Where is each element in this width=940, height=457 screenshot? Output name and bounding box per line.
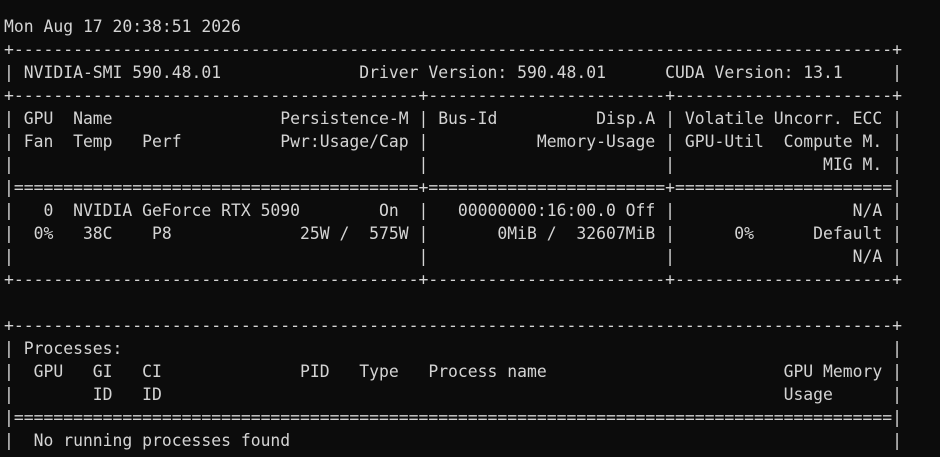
terminal-line: +---------------------------------------… (4, 86, 902, 105)
terminal-line: +---------------------------------------… (4, 316, 902, 335)
terminal-line: |=======================================… (4, 408, 902, 427)
terminal-line: | No running processes found | (4, 431, 902, 450)
terminal-window[interactable]: Mon Aug 17 20:38:51 2026 +---------------… (0, 0, 940, 457)
terminal-line: | GPU Name Persistence-M | Bus-Id Disp.A… (4, 109, 902, 128)
terminal-line: | ID ID Usage | (4, 385, 902, 404)
terminal-line: | 0 NVIDIA GeForce RTX 5090 On | 0000000… (4, 201, 902, 220)
terminal-line: | | | N/A | (4, 247, 902, 266)
terminal-line: | 0% 38C P8 25W / 575W | 0MiB / 32607MiB… (4, 224, 902, 243)
terminal-line: | Processes: | (4, 339, 902, 358)
terminal-line: | GPU GI CI PID Type Process name GPU Me… (4, 362, 902, 381)
terminal-line: | NVIDIA-SMI 590.48.01 Driver Version: 5… (4, 63, 902, 82)
terminal-line: +---------------------------------------… (4, 452, 902, 457)
terminal-output: Mon Aug 17 20:38:51 2026 +---------------… (4, 0, 902, 457)
terminal-line: +---------------------------------------… (4, 40, 902, 59)
terminal-line: | | | MIG M. | (4, 155, 902, 174)
terminal-line: Mon Aug 17 20:38:51 2026 (4, 17, 241, 36)
terminal-line: |=======================================… (4, 178, 902, 197)
terminal-line: +---------------------------------------… (4, 270, 902, 289)
terminal-line: | Fan Temp Perf Pwr:Usage/Cap | Memory-U… (4, 132, 902, 151)
